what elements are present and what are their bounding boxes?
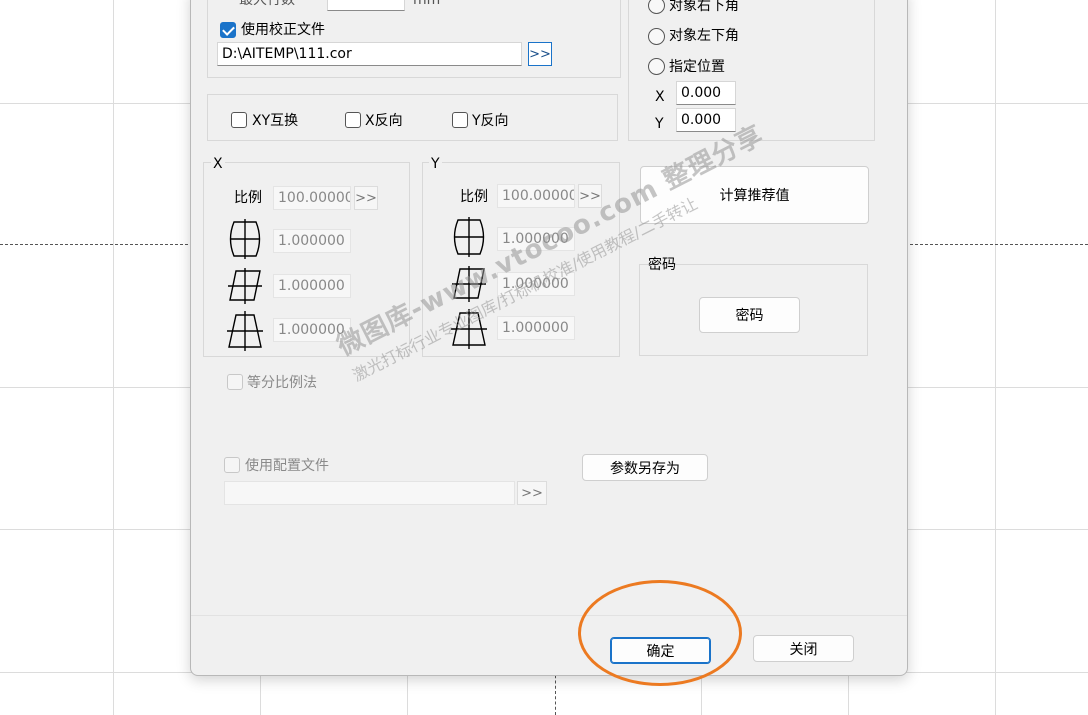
password-button[interactable]: 密码 <box>699 297 800 333</box>
x-reverse-checkbox[interactable] <box>345 112 361 128</box>
y-scale-label: 比例 <box>460 189 488 205</box>
y-reverse-checkbox[interactable] <box>452 112 468 128</box>
radio-object-bottom-left[interactable] <box>648 28 665 45</box>
x-scale-input[interactable]: 100.000000 <box>273 186 351 210</box>
y-parallelogram-input[interactable]: 1.000000 <box>497 272 575 296</box>
x-group-title: X <box>211 155 225 173</box>
option-object-bottom-left: 对象左下角 <box>669 28 739 44</box>
trapezoid-distortion-icon <box>451 309 487 349</box>
config-file-browse-button[interactable]: >> <box>517 481 547 505</box>
calibration-file-panel <box>207 0 621 78</box>
y-scale-browse-button[interactable]: >> <box>578 184 602 208</box>
position-panel <box>628 0 875 141</box>
save-params-as-button[interactable]: 参数另存为 <box>582 454 708 481</box>
ok-button-highlight-annotation <box>578 580 742 686</box>
use-calibration-file-label: 使用校正文件 <box>241 22 325 38</box>
grid-line <box>113 0 114 715</box>
barrel-distortion-icon <box>229 219 261 259</box>
use-config-file-checkbox[interactable] <box>224 457 240 473</box>
radio-specified-position[interactable] <box>648 58 665 75</box>
option-specified-position: 指定位置 <box>669 59 725 75</box>
equal-ratio-label: 等分比例法 <box>247 375 317 391</box>
xy-swap-label: XY互换 <box>252 113 299 129</box>
password-title: 密码 <box>648 257 676 273</box>
y-trapezoid-input[interactable]: 1.000000 <box>497 316 575 340</box>
xy-swap-checkbox[interactable] <box>231 112 247 128</box>
equal-ratio-checkbox[interactable] <box>227 374 243 390</box>
option-object-bottom-right: 对象右下角 <box>669 0 739 14</box>
use-config-file-label: 使用配置文件 <box>245 458 329 474</box>
x-reverse-label: X反向 <box>365 113 403 129</box>
parallelogram-distortion-icon <box>452 266 486 302</box>
x-scale-label: 比例 <box>234 190 262 206</box>
close-button[interactable]: 关闭 <box>753 635 854 662</box>
canvas-center-line-vertical <box>555 670 556 715</box>
position-y-input[interactable]: 0.000 <box>676 108 736 132</box>
footer-divider <box>191 615 907 616</box>
grid-line <box>995 0 996 715</box>
calibration-file-browse-button[interactable]: >> <box>528 42 552 66</box>
use-calibration-file-checkbox[interactable] <box>220 22 236 38</box>
barrel-distortion-icon <box>453 217 485 257</box>
y-scale-input[interactable]: 100.000000 <box>497 184 575 208</box>
y-barrel-input[interactable]: 1.000000 <box>497 227 575 251</box>
y-reverse-label: Y反向 <box>472 113 509 129</box>
calibration-dialog: 最大行数 mm 使用校正文件 D:\AITEMP\111.cor >> XY互换… <box>190 0 908 676</box>
x-parallelogram-input[interactable]: 1.000000 <box>273 274 351 298</box>
x-barrel-input[interactable]: 1.000000 <box>273 229 351 253</box>
config-file-path-input[interactable] <box>224 481 515 505</box>
trapezoid-distortion-icon <box>227 311 263 351</box>
parallelogram-distortion-icon <box>228 268 262 304</box>
x-scale-browse-button[interactable]: >> <box>354 186 378 210</box>
position-x-label: X <box>655 89 665 105</box>
compute-recommended-button[interactable]: 计算推荐值 <box>640 166 869 224</box>
calibration-file-path-input[interactable]: D:\AITEMP\111.cor <box>217 42 522 66</box>
y-group-title: Y <box>429 155 442 173</box>
x-trapezoid-input[interactable]: 1.000000 <box>273 318 351 342</box>
position-x-input[interactable]: 0.000 <box>676 81 736 105</box>
position-y-label: Y <box>655 116 664 132</box>
